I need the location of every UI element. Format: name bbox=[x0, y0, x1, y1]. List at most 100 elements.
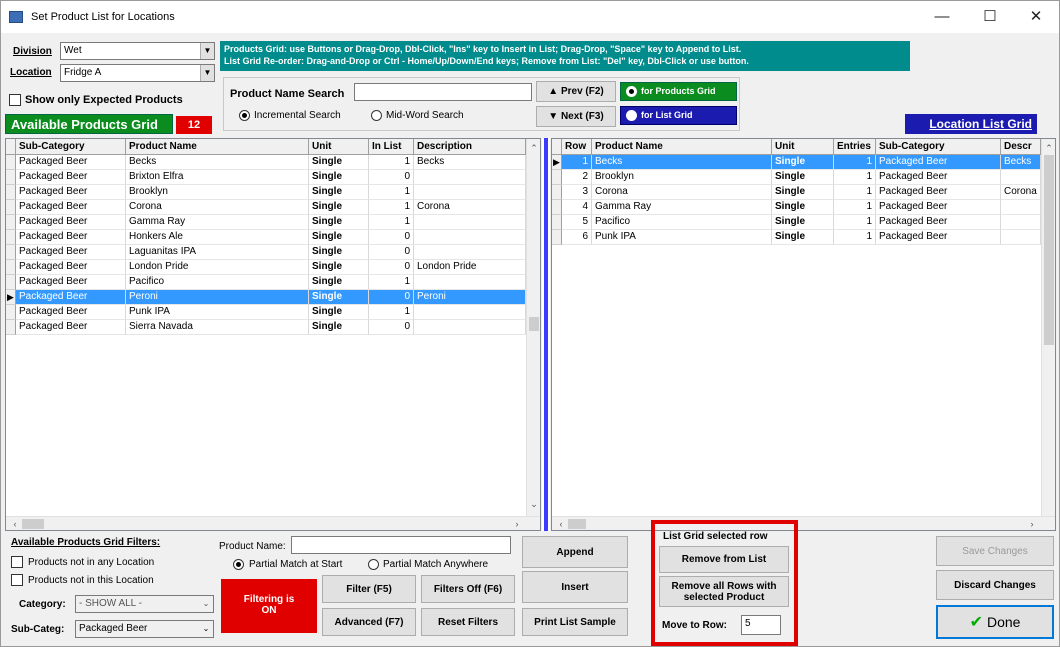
scroll-thumb[interactable] bbox=[22, 519, 44, 529]
location-label: Location bbox=[10, 67, 52, 78]
prev-button[interactable]: ▲ Prev (F2) bbox=[536, 81, 616, 102]
subcateg-label: Sub-Categ: bbox=[11, 624, 65, 635]
show-expected-label: Show only Expected Products bbox=[25, 94, 183, 106]
table-row[interactable]: Packaged Beer Laguanitas IPA Single 0 bbox=[6, 245, 526, 260]
grid-splitter[interactable] bbox=[542, 138, 550, 531]
table-cell: 2 bbox=[562, 170, 592, 185]
table-cell bbox=[414, 215, 526, 230]
print-list-sample-button[interactable]: Print List Sample bbox=[522, 608, 628, 636]
list-grid-header: Row Product Name Unit Entries Sub-Category De… bbox=[552, 139, 1055, 155]
table-row[interactable]: 3 Corona Single 1 Packaged Beer Corona bbox=[552, 185, 1055, 200]
location-list-banner: Location List Grid bbox=[905, 114, 1037, 134]
table-cell: Punk IPA bbox=[592, 230, 772, 245]
column-header[interactable]: Product Name bbox=[126, 139, 309, 155]
products-hscroll[interactable]: ‹ › bbox=[6, 516, 540, 530]
division-select[interactable]: Wet ▼ bbox=[60, 42, 215, 60]
products-grid[interactable]: Sub-Category Product Name Unit In List Descr… bbox=[5, 138, 541, 531]
table-row[interactable]: ▶ 1 Becks Single 1 Packaged Beer Becks bbox=[552, 155, 1055, 170]
close-button[interactable]: ✕ bbox=[1013, 1, 1059, 33]
table-row[interactable]: 4 Gamma Ray Single 1 Packaged Beer bbox=[552, 200, 1055, 215]
table-row[interactable]: 6 Punk IPA Single 1 Packaged Beer bbox=[552, 230, 1055, 245]
table-row[interactable]: Packaged Beer Becks Single 1 Becks bbox=[6, 155, 526, 170]
maximize-button[interactable]: ☐ bbox=[967, 1, 1013, 33]
list-grid[interactable]: Row Product Name Unit Entries Sub-Category De… bbox=[551, 138, 1056, 531]
category-select[interactable]: - SHOW ALL - ⌄ bbox=[75, 595, 214, 613]
incremental-search-radio[interactable] bbox=[239, 110, 250, 121]
reset-filters-button[interactable]: Reset Filters bbox=[421, 608, 515, 636]
column-header[interactable]: Entries bbox=[834, 139, 876, 155]
remove-from-list-button[interactable]: Remove from List bbox=[659, 546, 789, 573]
filters-off-button[interactable]: Filters Off (F6) bbox=[421, 575, 515, 603]
app-icon bbox=[9, 11, 23, 23]
product-name-filter-input[interactable] bbox=[291, 536, 511, 554]
table-row[interactable]: Packaged Beer Pacifico Single 1 bbox=[6, 275, 526, 290]
table-cell: Packaged Beer bbox=[876, 170, 1001, 185]
table-row[interactable]: Packaged Beer Gamma Ray Single 1 bbox=[6, 215, 526, 230]
remove-all-rows-button[interactable]: Remove all Rows with selected Product bbox=[659, 576, 789, 607]
column-header[interactable]: Sub-Category bbox=[16, 139, 126, 155]
table-cell: 0 bbox=[369, 245, 414, 260]
table-cell bbox=[1001, 230, 1041, 245]
append-button[interactable]: Append bbox=[522, 536, 628, 568]
minimize-button[interactable]: — bbox=[919, 1, 965, 33]
table-cell: Becks bbox=[592, 155, 772, 170]
advanced-button[interactable]: Advanced (F7) bbox=[322, 608, 416, 636]
scroll-thumb[interactable] bbox=[529, 317, 539, 331]
not-any-location-label: Products not in any Location bbox=[28, 557, 155, 568]
for-products-grid-toggle[interactable]: for Products Grid bbox=[620, 82, 737, 101]
category-label: Category: bbox=[19, 599, 66, 610]
column-header[interactable]: Row bbox=[562, 139, 592, 155]
column-header[interactable]: Description bbox=[414, 139, 526, 155]
location-select[interactable]: Fridge A ▼ bbox=[60, 64, 215, 82]
table-row[interactable]: Packaged Beer Corona Single 1 Corona bbox=[6, 200, 526, 215]
next-button[interactable]: ▼ Next (F3) bbox=[536, 106, 616, 127]
main-window: Set Product List for Locations — ☐ ✕ Div… bbox=[0, 0, 1060, 647]
list-hscroll[interactable]: ‹ › bbox=[552, 516, 1055, 530]
table-row[interactable]: Packaged Beer London Pride Single 0 London P… bbox=[6, 260, 526, 275]
done-label: Done bbox=[986, 613, 1021, 630]
table-row[interactable]: ▶ Packaged Beer Peroni Single 0 Peroni bbox=[6, 290, 526, 305]
filter-button[interactable]: Filter (F5) bbox=[322, 575, 416, 603]
discard-changes-button[interactable]: Discard Changes bbox=[936, 570, 1054, 600]
for-list-grid-toggle[interactable]: for List Grid bbox=[620, 106, 737, 125]
scroll-thumb[interactable] bbox=[1044, 155, 1054, 345]
table-cell: 1 bbox=[369, 185, 414, 200]
move-to-row-input[interactable]: 5 bbox=[741, 615, 781, 635]
table-cell: Packaged Beer bbox=[16, 200, 126, 215]
list-selected-title: List Grid selected row bbox=[663, 531, 768, 542]
product-name-filter-label: Product Name: bbox=[219, 541, 286, 552]
list-vscroll[interactable]: ⌃ bbox=[1041, 139, 1055, 516]
done-button[interactable]: ✔ Done bbox=[936, 605, 1054, 639]
table-row[interactable]: 5 Pacifico Single 1 Packaged Beer bbox=[552, 215, 1055, 230]
column-header[interactable]: Descr bbox=[1001, 139, 1041, 155]
table-row[interactable]: Packaged Beer Honkers Ale Single 0 bbox=[6, 230, 526, 245]
column-header[interactable]: Unit bbox=[772, 139, 834, 155]
show-expected-checkbox[interactable] bbox=[9, 94, 21, 106]
save-changes-button[interactable]: Save Changes bbox=[936, 536, 1054, 566]
partial-anywhere-radio[interactable] bbox=[368, 559, 379, 570]
not-any-location-checkbox[interactable] bbox=[11, 556, 23, 568]
table-cell: Packaged Beer bbox=[876, 215, 1001, 230]
partial-start-radio[interactable] bbox=[233, 559, 244, 570]
table-row[interactable]: 2 Brooklyn Single 1 Packaged Beer bbox=[552, 170, 1055, 185]
column-header[interactable]: Unit bbox=[309, 139, 369, 155]
header-indicator bbox=[6, 139, 16, 155]
products-vscroll[interactable]: ⌃ ⌄ bbox=[526, 139, 540, 516]
midword-search-radio[interactable] bbox=[371, 110, 382, 121]
column-header[interactable]: Sub-Category bbox=[876, 139, 1001, 155]
table-cell: Sierra Navada bbox=[126, 320, 309, 335]
table-row[interactable]: Packaged Beer Brooklyn Single 1 bbox=[6, 185, 526, 200]
insert-button[interactable]: Insert bbox=[522, 571, 628, 603]
product-search-input[interactable] bbox=[354, 83, 532, 101]
table-cell: Gamma Ray bbox=[126, 215, 309, 230]
table-cell: Single bbox=[309, 275, 369, 290]
column-header[interactable]: In List bbox=[369, 139, 414, 155]
table-row[interactable]: Packaged Beer Sierra Navada Single 0 bbox=[6, 320, 526, 335]
column-header[interactable]: Product Name bbox=[592, 139, 772, 155]
not-this-location-checkbox[interactable] bbox=[11, 574, 23, 586]
subcateg-select[interactable]: Packaged Beer ⌄ bbox=[75, 620, 214, 638]
table-cell: 1 bbox=[369, 275, 414, 290]
table-row[interactable]: Packaged Beer Brixton Elfra Single 0 bbox=[6, 170, 526, 185]
table-row[interactable]: Packaged Beer Punk IPA Single 1 bbox=[6, 305, 526, 320]
scroll-thumb[interactable] bbox=[568, 519, 586, 529]
